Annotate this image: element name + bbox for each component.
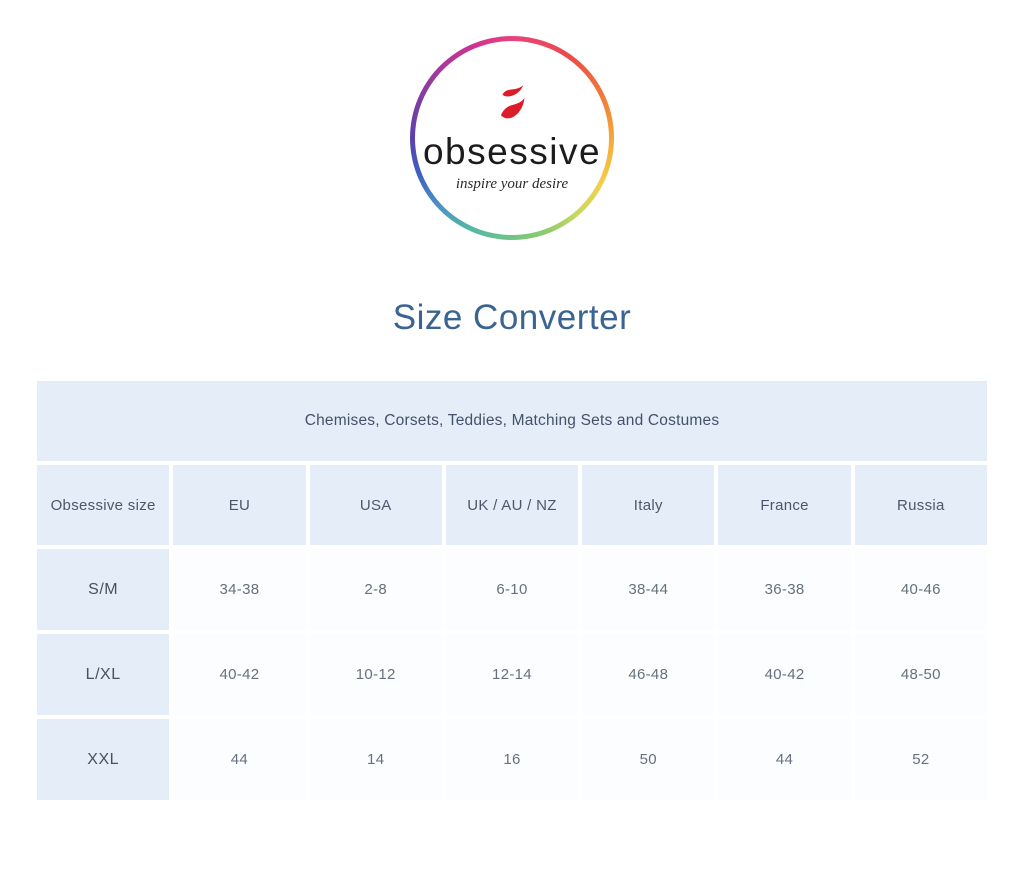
column-header-eu: EU	[173, 465, 306, 545]
table-cell-lxl-russia: 48-50	[854, 634, 987, 715]
table-cell-xxl-italy: 50	[582, 719, 715, 800]
table-banner: Chemises, Corsets, Teddies, Matching Set…	[37, 381, 987, 461]
logo-content: obsessive inspire your desire	[410, 36, 614, 240]
column-header-italy: Italy	[582, 465, 715, 545]
brand-wordmark: obsessive	[422, 131, 602, 172]
column-header-usa: USA	[309, 465, 442, 545]
table-cell-lxl-italy: 46-48	[582, 634, 715, 715]
column-header-uk-au-nz: UK / AU / NZ	[445, 465, 579, 545]
row-label-lxl: L/XL	[37, 634, 170, 715]
table-cell-sm-russia: 40-46	[854, 549, 987, 630]
table-cell-xxl-usa: 14	[309, 719, 442, 800]
page-title: Size Converter	[392, 298, 632, 337]
flame-icon	[500, 85, 524, 119]
table-cell-xxl-uk-au-nz: 16	[445, 719, 579, 800]
brand-tagline: inspire your desire	[455, 176, 569, 192]
size-converter-page: obsessive inspire your desire Size Conve…	[0, 36, 1024, 800]
table-cell-sm-eu: 34-38	[173, 549, 306, 630]
row-label-xxl: XXL	[37, 719, 170, 800]
table-cell-xxl-france: 44	[718, 719, 851, 800]
table-cell-sm-usa: 2-8	[309, 549, 442, 630]
table-cell-lxl-eu: 40-42	[173, 634, 306, 715]
table-cell-xxl-russia: 52	[854, 719, 987, 800]
row-label-sm: S/M	[37, 549, 170, 630]
table-cell-lxl-usa: 10-12	[309, 634, 442, 715]
table-cell-sm-france: 36-38	[718, 549, 851, 630]
table-cell-sm-uk-au-nz: 6-10	[445, 549, 579, 630]
column-header-obsessive-size: Obsessive size	[37, 465, 170, 545]
table-cell-lxl-uk-au-nz: 12-14	[445, 634, 579, 715]
size-converter-table: Chemises, Corsets, Teddies, Matching Set…	[37, 381, 987, 800]
column-header-france: France	[718, 465, 851, 545]
table-cell-xxl-eu: 44	[173, 719, 306, 800]
brand-logo: obsessive inspire your desire	[410, 36, 614, 240]
table-cell-sm-italy: 38-44	[582, 549, 715, 630]
column-header-russia: Russia	[854, 465, 987, 545]
table-cell-lxl-france: 40-42	[718, 634, 851, 715]
